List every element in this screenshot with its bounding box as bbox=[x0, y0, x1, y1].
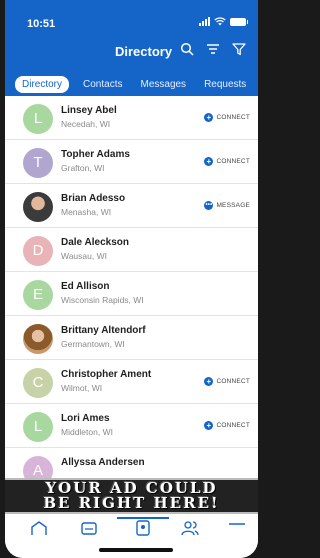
list-item[interactable]: L Linsey Abel Necedah, WI + CONNECT bbox=[5, 96, 258, 140]
list-item[interactable]: D Dale Aleckson Wausau, WI bbox=[5, 228, 258, 272]
contact-location: Germantown, WI bbox=[61, 339, 125, 349]
avatar: C bbox=[23, 368, 53, 398]
card-icon bbox=[81, 522, 97, 535]
avatar-photo bbox=[23, 192, 53, 222]
menu-icon bbox=[229, 523, 245, 525]
contact-name: Linsey Abel bbox=[61, 105, 117, 116]
list-item[interactable]: T Topher Adams Grafton, WI + CONNECT bbox=[5, 140, 258, 184]
contact-name: Dale Aleckson bbox=[61, 237, 129, 248]
wifi-icon bbox=[214, 17, 226, 26]
avatar: L bbox=[23, 412, 53, 442]
contact-name: Topher Adams bbox=[61, 149, 130, 160]
contact-name: Lori Ames bbox=[61, 413, 110, 424]
contact-location: Wilmot, WI bbox=[61, 383, 103, 393]
tab-messages[interactable]: Messages bbox=[140, 79, 186, 90]
tab-menu[interactable] bbox=[227, 520, 247, 536]
battery-icon bbox=[230, 17, 248, 26]
active-tab-indicator bbox=[117, 517, 169, 519]
avatar: L bbox=[23, 104, 53, 134]
tab-directory[interactable]: Directory bbox=[15, 75, 70, 93]
ad-line-2: BE RIGHT HERE! bbox=[43, 494, 220, 512]
directory-list: L Linsey Abel Necedah, WI + CONNECT T To… bbox=[5, 96, 258, 492]
connect-button[interactable]: + CONNECT bbox=[204, 157, 250, 166]
contact-location: Wisconsin Rapids, WI bbox=[61, 295, 144, 305]
connect-button[interactable]: + CONNECT bbox=[204, 421, 250, 430]
tab-home[interactable] bbox=[29, 520, 49, 536]
header-actions bbox=[180, 42, 246, 56]
message-button[interactable]: ••• MESSAGE bbox=[204, 201, 250, 210]
contact-book-icon bbox=[136, 520, 150, 536]
avatar: T bbox=[23, 148, 53, 178]
contact-location: Menasha, WI bbox=[61, 207, 112, 217]
contact-location: Middleton, WI bbox=[61, 427, 113, 437]
home-indicator bbox=[99, 548, 173, 552]
contact-name: Allyssa Andersen bbox=[61, 457, 145, 468]
status-time: 10:51 bbox=[27, 18, 56, 30]
tab-news[interactable] bbox=[79, 520, 99, 536]
connect-button[interactable]: + CONNECT bbox=[204, 377, 250, 386]
action-label: MESSAGE bbox=[216, 202, 250, 209]
app-header: 10:51 Directory Directory Contacts Messa… bbox=[5, 0, 258, 96]
ad-banner[interactable]: YOUR AD COULD BE RIGHT HERE! bbox=[5, 478, 258, 514]
tab-groups[interactable] bbox=[180, 520, 200, 536]
action-label: CONNECT bbox=[216, 114, 250, 121]
list-item[interactable]: L Lori Ames Middleton, WI + CONNECT bbox=[5, 404, 258, 448]
phone-screen: 10:51 Directory Directory Contacts Messa… bbox=[5, 0, 258, 558]
avatar: E bbox=[23, 280, 53, 310]
list-item[interactable]: E Ed Allison Wisconsin Rapids, WI bbox=[5, 272, 258, 316]
action-label: CONNECT bbox=[216, 158, 250, 165]
plus-icon: + bbox=[204, 113, 214, 122]
plus-icon: + bbox=[204, 157, 214, 166]
contact-location: Grafton, WI bbox=[61, 163, 105, 173]
contact-name: Christopher Ament bbox=[61, 369, 152, 380]
tab-contacts[interactable]: Contacts bbox=[83, 79, 122, 90]
filter-icon[interactable] bbox=[232, 42, 246, 56]
chat-bubble-icon: ••• bbox=[204, 201, 214, 210]
tab-directory-nav[interactable] bbox=[133, 520, 153, 536]
status-icons bbox=[199, 17, 248, 26]
contact-name: Ed Allison bbox=[61, 281, 110, 292]
signal-icon bbox=[199, 17, 210, 26]
search-icon[interactable] bbox=[180, 42, 194, 56]
people-icon bbox=[181, 521, 199, 536]
list-item[interactable]: C Christopher Ament Wilmot, WI + CONNECT bbox=[5, 360, 258, 404]
action-label: CONNECT bbox=[216, 422, 250, 429]
contact-name: Brittany Altendorf bbox=[61, 325, 146, 336]
contact-location: Wausau, WI bbox=[61, 251, 107, 261]
list-item[interactable]: Brian Adesso Menasha, WI ••• MESSAGE bbox=[5, 184, 258, 228]
action-label: CONNECT bbox=[216, 378, 250, 385]
tab-requests[interactable]: Requests bbox=[204, 79, 246, 90]
list-item[interactable]: Brittany Altendorf Germantown, WI bbox=[5, 316, 258, 360]
avatar: D bbox=[23, 236, 53, 266]
contact-location: Necedah, WI bbox=[61, 119, 111, 129]
tab-bar-top: Directory Contacts Messages Requests bbox=[5, 72, 258, 96]
connect-button[interactable]: + CONNECT bbox=[204, 113, 250, 122]
bottom-tab-bar bbox=[5, 514, 258, 558]
contact-name: Brian Adesso bbox=[61, 193, 126, 204]
plus-icon: + bbox=[204, 377, 214, 386]
sort-icon[interactable] bbox=[206, 42, 220, 56]
home-icon bbox=[31, 521, 47, 535]
avatar-photo bbox=[23, 324, 53, 354]
page-title: Directory bbox=[115, 44, 173, 59]
plus-icon: + bbox=[204, 421, 214, 430]
